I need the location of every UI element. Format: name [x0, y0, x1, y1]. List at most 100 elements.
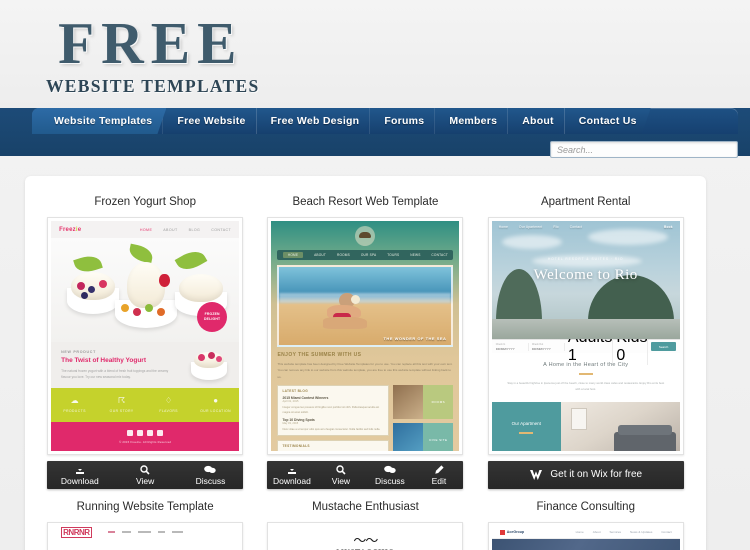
template-actions: Download View Discuss	[267, 461, 464, 489]
template-preview-image: Freezie HOME ABOUT BLOG CONTACT FROZEN D…	[51, 221, 240, 451]
preview-post-date: May 03, 2015	[282, 422, 299, 426]
preview-nav-link: NEWS	[410, 253, 421, 257]
preview-logo	[355, 226, 376, 246]
preview-nav-link: CONTACT	[431, 253, 448, 257]
logo-primary-text: FREE	[58, 10, 244, 76]
pencil-icon	[434, 464, 444, 475]
preview-body-text: Stay in a beautiful highrise in Ipanema …	[507, 380, 665, 391]
nav-tab-website-templates[interactable]: Website Templates	[32, 108, 166, 134]
template-title: Mustache Enthusiast	[312, 501, 419, 513]
preview-nav-link: HOME	[139, 227, 153, 232]
template-card-finance-consulting: Finance Consulting AceGroup Home About S…	[476, 501, 696, 550]
template-actions: Download View Discuss	[47, 461, 244, 489]
preview-nav-link: Rio	[553, 225, 559, 229]
action-label: View	[331, 476, 351, 487]
site-logo[interactable]: FREE WEBSITE TEMPLATES	[42, 14, 260, 97]
template-preview-image: 〜〜 MUSTACCHIO	[271, 526, 460, 550]
template-thumbnail-frame[interactable]: 〜〜 MUSTACCHIO	[267, 522, 464, 550]
view-button[interactable]: View	[316, 464, 365, 486]
preview-nav-link: Contact	[569, 225, 583, 229]
preview-feature: ☁ PRODUCTS	[63, 396, 86, 414]
templates-panel: Frozen Yogurt Shop Freezie HOME ABOUT BL…	[25, 176, 706, 550]
navigation-bar: Website Templates Free Website Free Web De…	[0, 108, 750, 158]
preview-social-icons	[127, 429, 164, 436]
template-title: Finance Consulting	[536, 501, 635, 513]
template-card-running-website: Running Website Template RNRNR	[35, 501, 255, 550]
preview-nav-link: News & Updates	[630, 530, 653, 534]
preview-checkin-field: Check In DD/MM/YYYY	[496, 342, 529, 351]
preview-inset-photo	[185, 348, 231, 380]
template-card-apartment-rental: Apartment Rental Home Our Apartment Rio	[476, 196, 696, 501]
preview-nav-link: CONTACT	[211, 227, 232, 232]
preview-nav-links	[107, 531, 183, 533]
discuss-button[interactable]: Discuss	[178, 464, 243, 486]
preview-hero: Home Our Apartment Rio Contact Book HOTE…	[491, 221, 680, 339]
nav-tab-strip: Website Templates Free Website Free Web De…	[32, 108, 738, 134]
logo-secondary-text: WEBSITE TEMPLATES	[46, 76, 260, 96]
preview-hero-title: Welcome to Rio	[533, 267, 638, 283]
view-button[interactable]: View	[112, 464, 177, 486]
preview-headline: ENJOY THE SUMMER WITH US	[277, 352, 362, 358]
wix-logo-icon	[529, 469, 543, 482]
action-label: Edit	[431, 476, 447, 487]
magnifier-icon	[140, 464, 150, 475]
edit-button[interactable]: Edit	[414, 464, 463, 486]
action-label: Download	[273, 476, 311, 487]
template-thumbnail-frame[interactable]: Freezie HOME ABOUT BLOG CONTACT FROZEN D…	[47, 217, 244, 455]
template-title: Apartment Rental	[540, 196, 631, 208]
preview-nav-link: TOURS	[387, 253, 400, 257]
download-icon	[75, 464, 85, 475]
preview-nav-link: ABOUT	[163, 227, 178, 232]
preview-nav: RNRNR	[51, 526, 240, 538]
preview-feature-strip: ☁ PRODUCTS ☈ OUR STORY ♢ FLAVORS ● OUR LOCAT…	[51, 388, 240, 422]
nav-tab-forums[interactable]: Forums	[369, 108, 438, 134]
template-card-mustache-enthusiast: Mustache Enthusiast 〜〜 MUSTACCHIO	[255, 501, 475, 550]
template-card-frozen-yogurt-shop: Frozen Yogurt Shop Freezie HOME ABOUT BL…	[35, 196, 255, 501]
template-preview-image: AceGroup Home About Services News & Upda…	[491, 526, 680, 550]
template-thumbnail-frame[interactable]: Home Our Apartment Rio Contact Book HOTE…	[487, 217, 684, 455]
preview-info-block: NEW PRODUCT The Twist of Healthy Yogurt …	[51, 342, 240, 388]
template-thumbnail-frame[interactable]: RNRNR	[47, 522, 244, 550]
discuss-button[interactable]: Discuss	[365, 464, 414, 486]
search-input[interactable]	[550, 141, 738, 158]
nav-tab-free-web-design[interactable]: Free Web Design	[256, 108, 374, 134]
template-actions: Get it on Wix for free	[487, 461, 684, 489]
template-thumbnail-frame[interactable]: AceGroup Home About Services News & Upda…	[487, 522, 684, 550]
nav-tab-members[interactable]: Members	[434, 108, 511, 134]
action-label: Discuss	[375, 476, 405, 487]
get-it-on-wix-button[interactable]: Get it on Wix for free	[529, 469, 642, 482]
template-preview-image: RNRNR	[51, 526, 240, 550]
preview-nav: HOME ABOUT ROOMS OUR SPA TOURS NEWS CONT…	[277, 250, 454, 260]
preview-side-item: ROOMS	[393, 384, 454, 419]
speech-bubbles-icon	[204, 464, 217, 475]
preview-nav-link: Services	[609, 530, 622, 534]
preview-feature: ☈ OUR STORY	[109, 396, 134, 414]
preview-nav-link: OUR SPA	[360, 253, 377, 257]
preview-body-text: The natural frozen yogurt with a blend o…	[61, 369, 169, 380]
preview-hero-caption: THE WONDER OF THE SEA	[383, 336, 447, 341]
nav-tab-about[interactable]: About	[507, 108, 568, 134]
preview-post-date: April 01, 2015	[282, 399, 299, 403]
preview-copyright: © 2015 Freezie. All Rights Reserved	[119, 439, 172, 444]
preview-nav-link: Our Apartment	[519, 225, 543, 229]
preview-testimonial-block: TESTIMONIALS "A fine holiday in a paradi…	[277, 440, 390, 451]
nav-tab-contact-us[interactable]: Contact Us	[564, 108, 651, 134]
preview-footer: © 2015 Freezie. All Rights Reserved	[51, 422, 240, 451]
action-label: Download	[60, 476, 99, 487]
download-icon	[287, 464, 297, 475]
preview-side-label: ROOMS	[423, 384, 454, 419]
nav-tab-free-website[interactable]: Free Website	[162, 108, 259, 134]
download-button[interactable]: Download	[47, 464, 112, 486]
preview-nav-links: HOME ABOUT BLOG CONTACT	[140, 228, 231, 232]
speech-bubbles-icon	[384, 464, 396, 475]
preview-search-button: Search	[651, 342, 676, 351]
preview-hero-photo: THE WONDER OF THE SEA	[277, 265, 454, 347]
preview-nav-link: ROOMS	[336, 253, 350, 257]
template-title: Beach Resort Web Template	[292, 196, 439, 208]
template-preview-image: Home Our Apartment Rio Contact Book HOTE…	[491, 221, 680, 451]
preview-booking-bar: Check In DD/MM/YYYY Check Out DD/MM/YYYY…	[491, 328, 680, 365]
download-button[interactable]: Download	[267, 464, 316, 486]
template-thumbnail-frame[interactable]: HOME ABOUT ROOMS OUR SPA TOURS NEWS CONT…	[267, 217, 464, 455]
preview-side-label: DIVE SITE	[423, 422, 454, 451]
preview-checkout-field: Check Out DD/MM/YYYY	[532, 342, 565, 351]
